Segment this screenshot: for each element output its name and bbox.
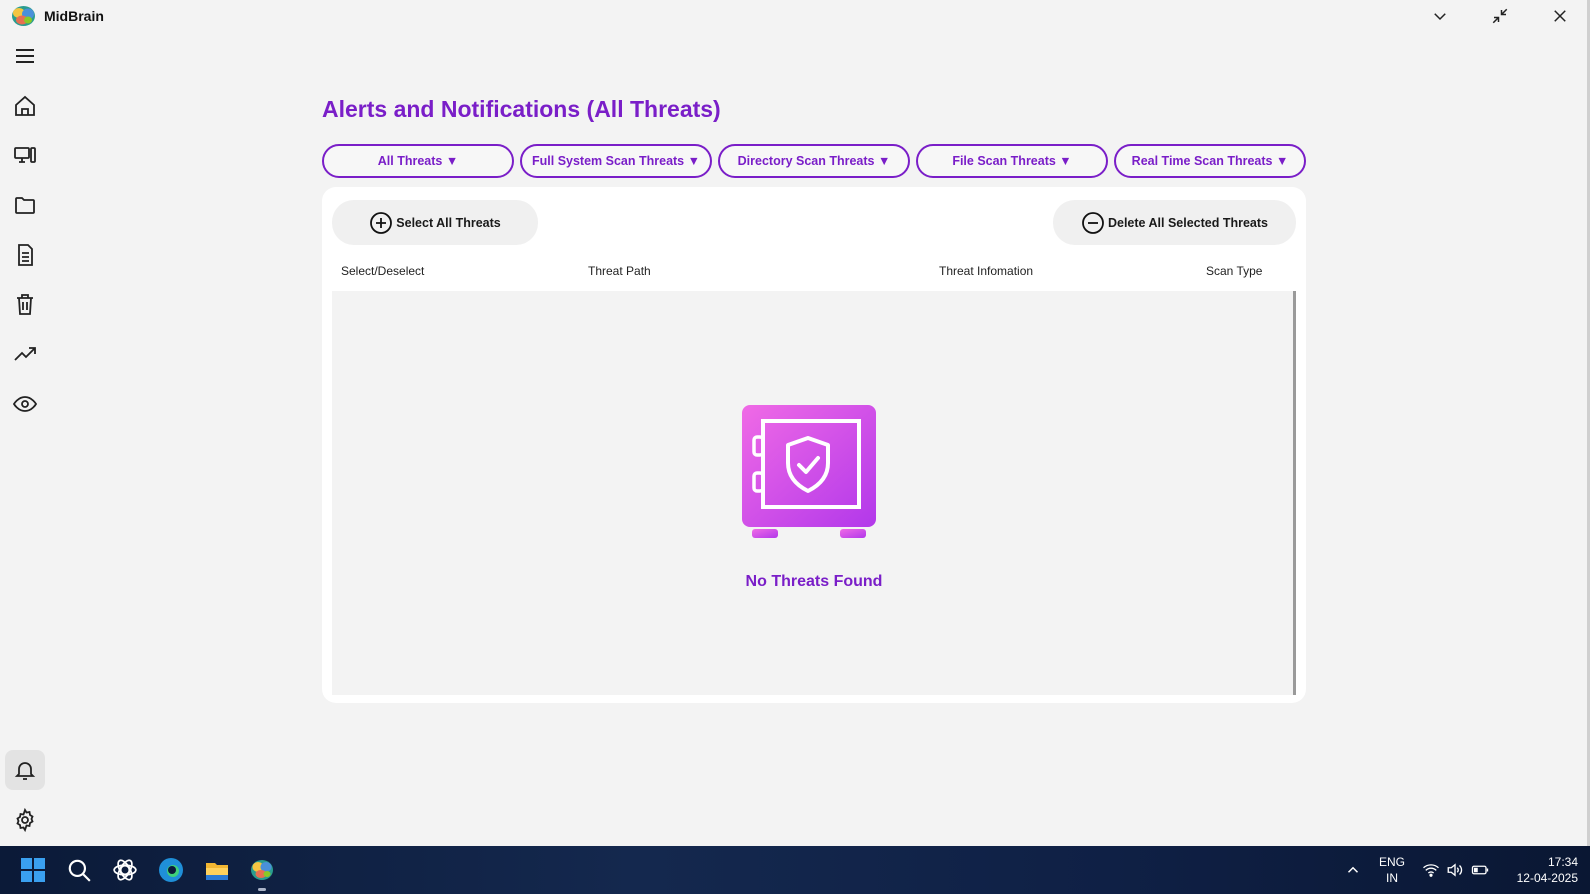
minimize-arrows-icon [1492, 8, 1508, 24]
sidebar-item-document[interactable] [5, 235, 45, 275]
tray-battery[interactable] [1470, 860, 1490, 880]
threat-list[interactable]: No Threats Found [332, 291, 1296, 695]
trending-up-icon [14, 347, 36, 361]
sidebar-item-folder[interactable] [5, 185, 45, 225]
sidebar-menu-button[interactable] [5, 36, 45, 76]
taskbar-search-button[interactable] [63, 854, 95, 886]
language-code: ENG [1378, 855, 1405, 869]
document-icon [18, 244, 33, 266]
taskbar-midbrain-button[interactable] [246, 854, 278, 886]
chatgpt-icon [113, 859, 137, 881]
tray-wifi[interactable] [1421, 860, 1441, 880]
sidebar-item-settings[interactable] [5, 800, 45, 840]
empty-state-message: No Threats Found [745, 573, 883, 590]
taskbar-edge-button[interactable] [155, 854, 187, 886]
close-window-button[interactable] [1547, 4, 1573, 28]
restore-window-button[interactable] [1487, 4, 1513, 28]
trash-icon [17, 294, 33, 315]
threats-panel: Select All Threats Delete All Selected T… [322, 187, 1306, 703]
select-all-threats-button[interactable]: Select All Threats [332, 200, 538, 245]
windows-start-icon [21, 858, 45, 882]
safe-shield-illustration-icon [742, 405, 876, 538]
dropdown-window-button[interactable] [1427, 4, 1453, 28]
search-icon [68, 859, 91, 882]
midbrain-app-icon [251, 860, 273, 880]
tray-overflow-button[interactable] [1343, 860, 1363, 880]
folder-icon [15, 197, 35, 214]
filter-all-threats[interactable]: All Threats ▼ [322, 144, 514, 178]
filter-real-time-scan-threats[interactable]: Real Time Scan Threats ▼ [1114, 144, 1306, 178]
devices-icon [14, 147, 36, 163]
edge-browser-icon [159, 858, 183, 882]
delete-all-selected-threats-label: Delete All Selected Threats [1107, 215, 1269, 230]
hamburger-menu-icon [16, 49, 34, 63]
page-title: Alerts and Notifications (All Threats) [322, 96, 721, 122]
sidebar-item-devices[interactable] [5, 135, 45, 175]
column-header-scan-type: Scan Type [1206, 264, 1263, 278]
select-all-threats-label: Select All Threats [396, 215, 501, 230]
language-region: IN [1386, 871, 1398, 885]
chevron-down-icon [1434, 13, 1446, 21]
plus-circle-icon [370, 211, 393, 234]
sidebar-item-notifications[interactable] [5, 750, 45, 790]
taskbar-chatgpt-button[interactable] [109, 854, 141, 886]
bell-icon [14, 762, 36, 780]
filter-full-system-scan-threats[interactable]: Full System Scan Threats ▼ [520, 144, 712, 178]
file-explorer-icon [206, 863, 228, 880]
column-header-threat-information: Threat Infomation [939, 264, 1034, 278]
language-indicator[interactable]: ENG IN [1374, 854, 1410, 886]
minus-circle-icon [1082, 211, 1104, 234]
gear-icon [16, 808, 34, 832]
volume-icon [1447, 863, 1463, 877]
delete-all-selected-threats-button[interactable]: Delete All Selected Threats [1053, 200, 1296, 245]
title-bar: MidBrain [0, 0, 1590, 32]
filter-directory-scan-threats[interactable]: Directory Scan Threats ▼ [718, 144, 910, 178]
battery-icon [1471, 865, 1489, 875]
sidebar-item-home[interactable] [5, 86, 45, 126]
active-app-indicator [258, 888, 266, 891]
sidebar-item-trending[interactable] [5, 334, 45, 374]
sidebar-item-trash[interactable] [5, 284, 45, 324]
close-icon [1554, 10, 1566, 22]
threat-list-scrollbar[interactable] [1293, 291, 1296, 695]
column-header-threat-path: Threat Path [588, 264, 651, 278]
taskbar-start-button[interactable] [17, 854, 49, 886]
eye-icon [13, 396, 37, 412]
chevron-up-icon [1347, 866, 1359, 873]
filter-file-scan-threats[interactable]: File Scan Threats ▼ [916, 144, 1108, 178]
clock-time: 17:34 [1547, 855, 1578, 869]
clock-date: 12-04-2025 [1516, 871, 1578, 885]
clock[interactable]: 17:34 12-04-2025 [1498, 854, 1578, 886]
tray-volume[interactable] [1445, 860, 1465, 880]
app-title: MidBrain [44, 8, 104, 24]
home-icon [15, 95, 35, 116]
midbrain-logo-icon [12, 6, 35, 26]
taskbar-file-explorer-button[interactable] [201, 854, 233, 886]
column-header-select: Select/Deselect [341, 264, 425, 278]
taskbar: ENG IN 17:34 12-04-2025 [0, 846, 1590, 894]
sidebar-item-eye[interactable] [5, 384, 45, 424]
wifi-icon [1423, 864, 1439, 877]
